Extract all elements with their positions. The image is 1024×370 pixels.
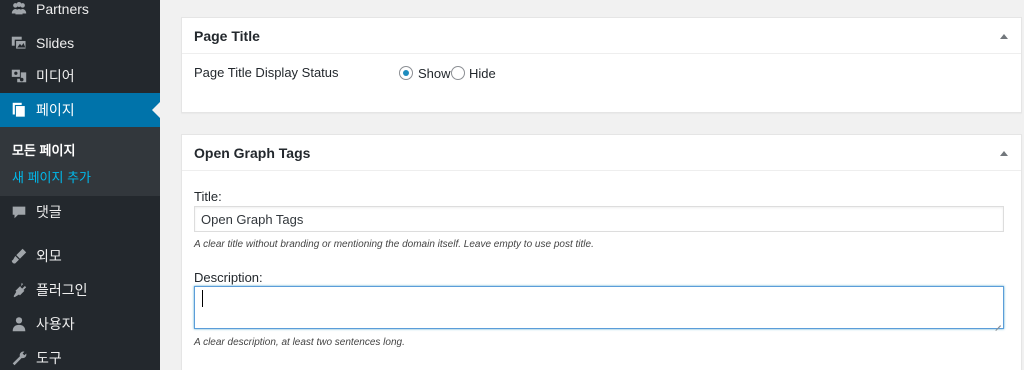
menu-item-users[interactable]: 사용자 [0, 307, 160, 341]
menu-label: 플러그인 [36, 282, 88, 298]
collapse-toggle-icon[interactable] [999, 31, 1009, 41]
og-title-label: Title: [194, 189, 222, 204]
menu-item-slides[interactable]: Slides [0, 26, 160, 60]
open-graph-panel: Open Graph Tags Title: A clear title wit… [181, 134, 1022, 370]
og-description-label: Description: [194, 270, 263, 285]
panel-header: Page Title [182, 18, 1021, 54]
radio-hide-label: Hide [469, 66, 496, 81]
menu-label: 도구 [36, 350, 62, 366]
pages-icon [0, 93, 36, 127]
menu-item-partners[interactable]: Partners [0, 0, 160, 26]
menu-item-media[interactable]: 미디어 [0, 59, 160, 93]
radio-show[interactable] [399, 66, 413, 80]
og-description-textarea[interactable] [194, 286, 1004, 329]
menu-label: 미디어 [36, 68, 75, 84]
menu-label: Slides [36, 35, 75, 51]
text-caret [202, 290, 203, 307]
resize-handle-icon[interactable] [994, 319, 1001, 326]
menu-item-pages[interactable]: 페이지 [0, 93, 160, 127]
media-icon [0, 59, 36, 93]
menu-label: Partners [36, 1, 89, 17]
og-title-help: A clear title without branding or mentio… [194, 239, 594, 250]
og-title-input[interactable] [194, 206, 1004, 232]
menu-item-plugins[interactable]: 플러그인 [0, 273, 160, 307]
submenu-all-pages[interactable]: 모든 페이지 [12, 140, 75, 159]
menu-label: 페이지 [36, 102, 75, 118]
panel-title: Page Title [194, 27, 260, 44]
users-icon [0, 307, 36, 341]
menu-label: 외모 [36, 248, 62, 264]
pages-submenu: 모든 페이지 새 페이지 추가 [0, 127, 160, 196]
submenu-add-new-page[interactable]: 새 페이지 추가 [12, 167, 91, 186]
menu-item-comments[interactable]: 댓글 [0, 195, 160, 229]
page-title-panel: Page Title Page Title Display Status Sho… [181, 17, 1022, 113]
panel-header: Open Graph Tags [182, 135, 1021, 171]
admin-sidebar: Partners Slides 미디어 페이지 모든 페이지 새 페이지 추가 … [0, 0, 160, 370]
radio-hide[interactable] [451, 66, 465, 80]
menu-label: 댓글 [36, 204, 62, 220]
partners-icon [0, 0, 36, 26]
slides-icon [0, 26, 36, 60]
plugins-icon [0, 273, 36, 307]
radio-show-label: Show [418, 66, 451, 81]
appearance-icon [0, 239, 36, 273]
collapse-toggle-icon[interactable] [999, 148, 1009, 158]
display-status-label: Page Title Display Status [194, 65, 339, 80]
og-description-help: A clear description, at least two senten… [194, 337, 405, 348]
comments-icon [0, 195, 36, 229]
menu-item-appearance[interactable]: 외모 [0, 239, 160, 273]
tools-icon [0, 341, 36, 370]
menu-item-tools[interactable]: 도구 [0, 341, 160, 370]
panel-title: Open Graph Tags [194, 144, 311, 161]
menu-label: 사용자 [36, 316, 75, 332]
